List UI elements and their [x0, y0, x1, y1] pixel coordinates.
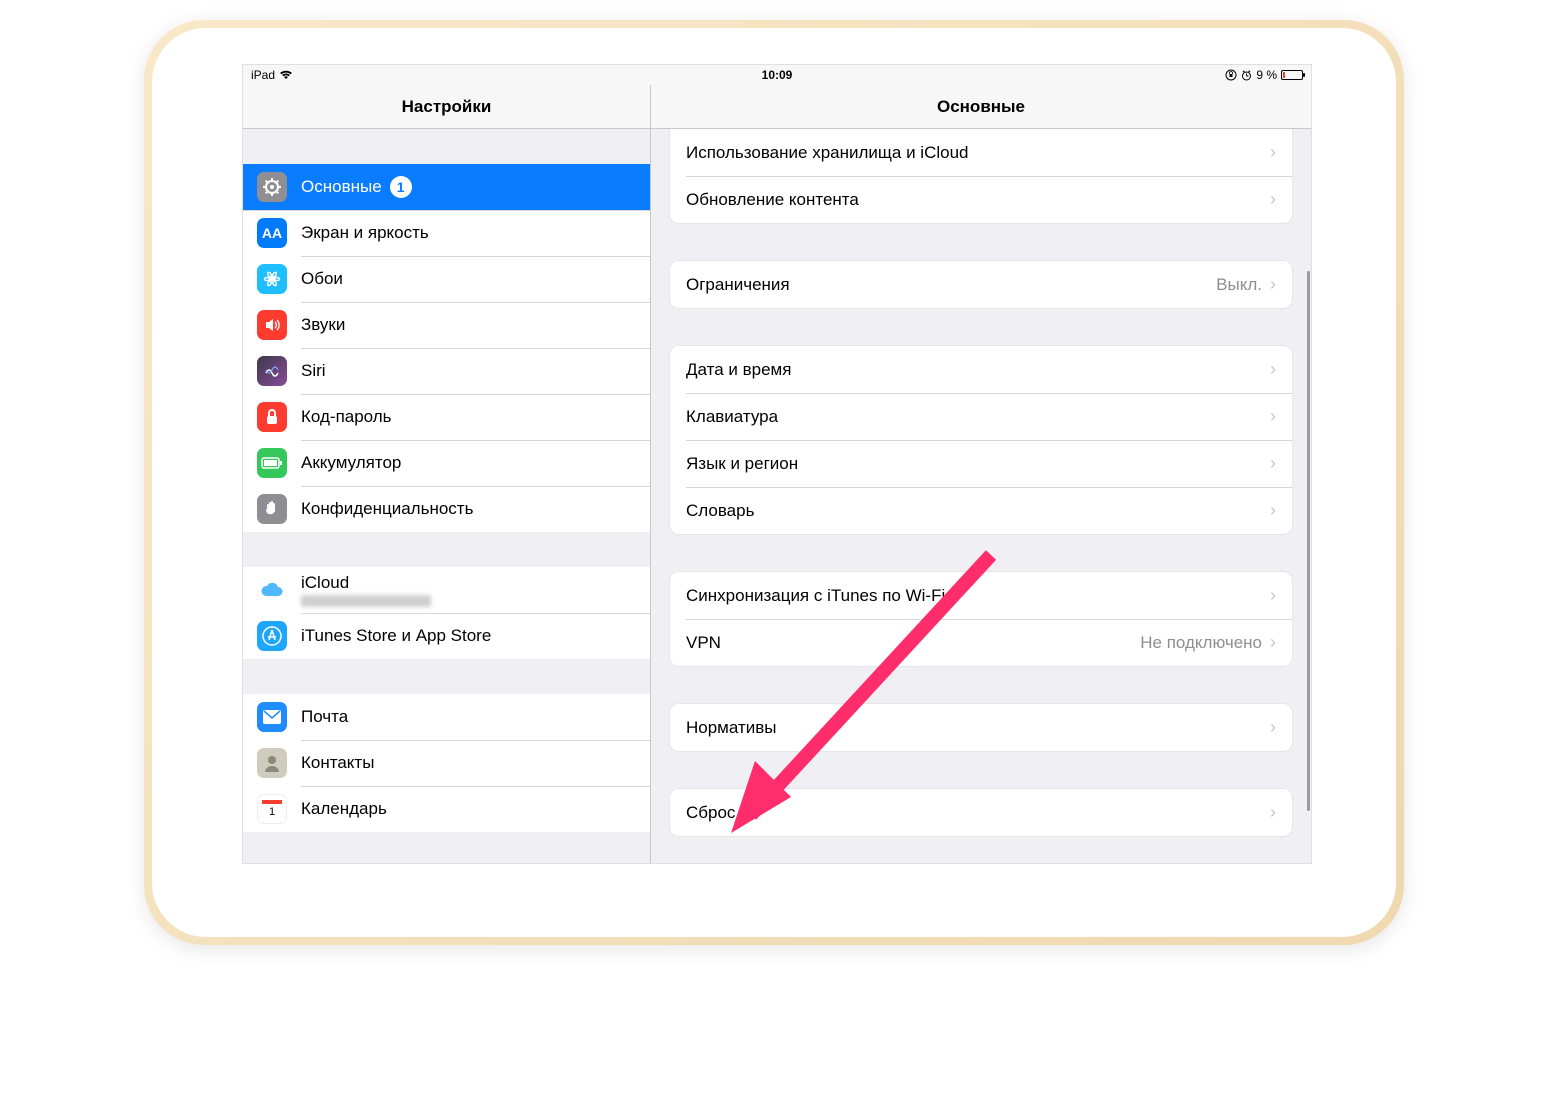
- sidebar-item-icloud[interactable]: iCloud: [243, 567, 650, 613]
- detail-row-label: Ограничения: [686, 275, 1216, 295]
- detail-row-label: VPN: [686, 633, 1140, 653]
- sidebar-item-battery[interactable]: Аккумулятор: [243, 440, 650, 486]
- detail-row-label: Нормативы: [686, 718, 1270, 738]
- device-label: iPad: [251, 68, 275, 82]
- mail-icon: [257, 702, 287, 732]
- cloud-icon: [257, 575, 287, 605]
- detail-row-vpn[interactable]: VPNНе подключено ›: [670, 619, 1292, 666]
- sidebar-item-calendar[interactable]: 1 Календарь: [243, 786, 650, 832]
- sidebar-item-display[interactable]: AA Экран и яркость: [243, 210, 650, 256]
- detail-row-label: Язык и регион: [686, 454, 1270, 474]
- orientation-lock-icon: [1225, 69, 1237, 81]
- chevron-right-icon: ›: [1270, 189, 1276, 210]
- sidebar-item-wallpaper[interactable]: Обои: [243, 256, 650, 302]
- device-bezel: iPad 10:09 9 %: [152, 28, 1396, 937]
- scroll-thumb[interactable]: [1307, 271, 1310, 811]
- sidebar-item-label: Контакты: [301, 753, 374, 773]
- chevron-right-icon: ›: [1270, 359, 1276, 380]
- badge: 1: [390, 176, 412, 198]
- sidebar-item-privacy[interactable]: Конфиденциальность: [243, 486, 650, 532]
- speaker-icon: [257, 310, 287, 340]
- contacts-icon: [257, 748, 287, 778]
- detail-row-keyboard[interactable]: Клавиатура›: [670, 393, 1292, 440]
- privacy-hand-icon: [257, 494, 287, 524]
- wallpaper-icon: [257, 264, 287, 294]
- detail-row-label: Словарь: [686, 501, 1270, 521]
- alarm-icon: [1241, 70, 1252, 81]
- chevron-right-icon: ›: [1270, 406, 1276, 427]
- sidebar-item-appstore[interactable]: iTunes Store и App Store: [243, 613, 650, 659]
- sidebar-title: Настройки: [243, 85, 650, 129]
- clock: 10:09: [762, 68, 793, 82]
- sidebar-item-label: Обои: [301, 269, 343, 289]
- detail-row-value: Не подключено: [1140, 633, 1262, 653]
- detail-row-itunessync[interactable]: Синхронизация с iTunes по Wi-Fi›: [670, 572, 1292, 619]
- detail-row-reset[interactable]: Сброс›: [670, 789, 1292, 836]
- detail-row-value: Выкл.: [1216, 275, 1262, 295]
- sidebar-item-passcode[interactable]: Код-пароль: [243, 394, 650, 440]
- chevron-right-icon: ›: [1270, 717, 1276, 738]
- sidebar-item-sounds[interactable]: Звуки: [243, 302, 650, 348]
- detail-row-label: Синхронизация с iTunes по Wi-Fi: [686, 586, 1270, 606]
- account-subtitle-redacted: [301, 595, 431, 607]
- detail-pane: Основные Использование хранилища и iClou…: [651, 85, 1311, 863]
- ipad-frame: iPad 10:09 9 %: [144, 20, 1404, 945]
- sidebar-scroll[interactable]: Основные 1 AA Экран и яркость Обои Звуки Siri К…: [243, 129, 650, 863]
- battery-icon: [257, 448, 287, 478]
- sidebar-item-label: Календарь: [301, 799, 387, 819]
- battery-icon: [1281, 70, 1303, 80]
- chevron-right-icon: ›: [1270, 453, 1276, 474]
- calendar-icon: 1: [257, 794, 287, 824]
- wifi-icon: [279, 70, 293, 80]
- siri-icon: [257, 356, 287, 386]
- sidebar-item-label: Основные: [301, 177, 382, 197]
- chevron-right-icon: ›: [1270, 142, 1276, 163]
- chevron-right-icon: ›: [1270, 274, 1276, 295]
- detail-row-label: Использование хранилища и iCloud: [686, 143, 1270, 163]
- sidebar-item-siri[interactable]: Siri: [243, 348, 650, 394]
- screen: iPad 10:09 9 %: [242, 64, 1312, 864]
- sidebar-item-contacts[interactable]: Контакты: [243, 740, 650, 786]
- chevron-right-icon: ›: [1270, 500, 1276, 521]
- detail-row-refresh[interactable]: Обновление контента›: [670, 176, 1292, 223]
- sidebar-item-general[interactable]: Основные 1: [243, 164, 650, 210]
- scroll-track: [1307, 131, 1310, 861]
- sidebar-item-label: Конфиденциальность: [301, 499, 473, 519]
- sidebar-item-label: Siri: [301, 361, 326, 381]
- sidebar-item-mail[interactable]: Почта: [243, 694, 650, 740]
- sidebar-item-label: Почта: [301, 707, 348, 727]
- sidebar-item-label: iTunes Store и App Store: [301, 626, 491, 646]
- detail-row-regulatory[interactable]: Нормативы›: [670, 704, 1292, 751]
- detail-row-datetime[interactable]: Дата и время›: [670, 346, 1292, 393]
- status-bar: iPad 10:09 9 %: [243, 65, 1311, 85]
- detail-row-storage[interactable]: Использование хранилища и iCloud›: [670, 129, 1292, 176]
- appstore-icon: [257, 621, 287, 651]
- sidebar-item-label: iCloud: [301, 573, 431, 593]
- sidebar-item-label: Код-пароль: [301, 407, 392, 427]
- detail-row-label: Сброс: [686, 803, 1270, 823]
- chevron-right-icon: ›: [1270, 585, 1276, 606]
- svg-text:1: 1: [269, 806, 275, 818]
- battery-percent: 9 %: [1256, 68, 1277, 82]
- detail-title: Основные: [651, 85, 1311, 129]
- sidebar-item-label: Экран и яркость: [301, 223, 429, 243]
- detail-row-restrictions[interactable]: ОграниченияВыкл. ›: [670, 261, 1292, 308]
- settings-sidebar: Настройки Основные 1 AA Экран и яркость Обои…: [243, 85, 651, 863]
- detail-scroll[interactable]: Использование хранилища и iCloud›Обновле…: [651, 129, 1311, 863]
- text-size-icon: AA: [257, 218, 287, 248]
- detail-row-label: Клавиатура: [686, 407, 1270, 427]
- detail-row-label: Дата и время: [686, 360, 1270, 380]
- lock-icon: [257, 402, 287, 432]
- gear-icon: [257, 172, 287, 202]
- detail-row-dictionary[interactable]: Словарь›: [670, 487, 1292, 534]
- chevron-right-icon: ›: [1270, 632, 1276, 653]
- chevron-right-icon: ›: [1270, 802, 1276, 823]
- sidebar-item-label: Звуки: [301, 315, 345, 335]
- detail-row-language[interactable]: Язык и регион›: [670, 440, 1292, 487]
- detail-row-label: Обновление контента: [686, 190, 1270, 210]
- sidebar-item-label: Аккумулятор: [301, 453, 401, 473]
